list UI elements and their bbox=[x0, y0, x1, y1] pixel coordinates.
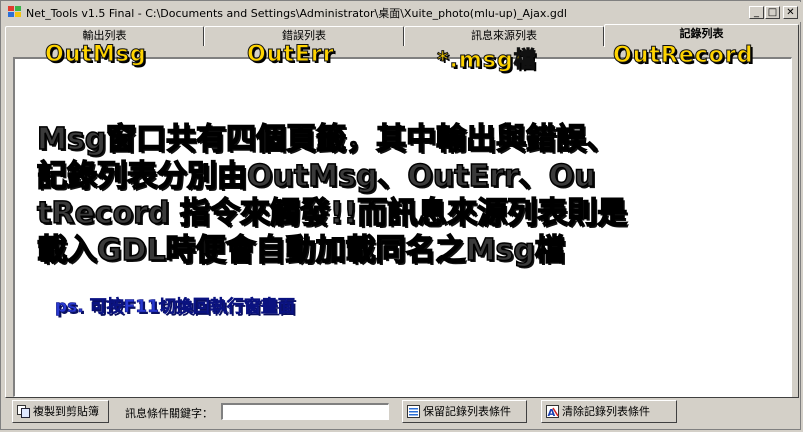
clear-button-label: 清除記錄列表條件 bbox=[562, 405, 650, 418]
bottom-toolbar: 複製到剪貼簿 訊息條件關鍵字： 保留記錄列表條件 A 清除記錄列表條件 bbox=[1, 399, 802, 429]
keyword-input[interactable] bbox=[221, 403, 389, 420]
maximize-button[interactable]: □ bbox=[765, 6, 780, 19]
overlay-msg-file: *.msg檔 bbox=[437, 48, 537, 74]
keep-record-filter-button[interactable]: 保留記錄列表條件 bbox=[402, 400, 527, 423]
overlay-outmsg: OutMsg bbox=[45, 42, 147, 68]
keyword-label: 訊息條件關鍵字： bbox=[125, 407, 213, 420]
title-bar[interactable]: Net_Tools v1.5 Final - C:\Documents and … bbox=[2, 2, 801, 22]
tab-label: 訊息來源列表 bbox=[471, 29, 537, 42]
keep-button-label: 保留記錄列表條件 bbox=[423, 405, 511, 418]
copy-icon bbox=[17, 405, 30, 418]
window-title: Net_Tools v1.5 Final - C:\Documents and … bbox=[26, 7, 567, 20]
app-icon bbox=[8, 6, 21, 17]
ps-message: ps. 可按F11切換回執行窗畫面 bbox=[55, 297, 296, 318]
main-message: Msg窗口共有四個頁籤，其中輸出與錯誤、 記錄列表分別由OutMsg、OutEr… bbox=[36, 121, 628, 269]
clear-icon: A bbox=[546, 405, 559, 418]
overlay-outrecord: OutRecord bbox=[613, 43, 754, 69]
message-area[interactable]: Msg窗口共有四個頁籤，其中輸出與錯誤、 記錄列表分別由OutMsg、OutEr… bbox=[13, 57, 792, 397]
copy-button-label: 複製到剪貼簿 bbox=[33, 405, 99, 418]
overlay-outerr: OutErr bbox=[247, 42, 335, 68]
close-button[interactable]: ✕ bbox=[783, 6, 798, 19]
tab-label: 錯誤列表 bbox=[282, 29, 326, 42]
keep-list-icon bbox=[407, 405, 420, 418]
tab-label: 輸出列表 bbox=[82, 29, 127, 42]
copy-to-clipboard-button[interactable]: 複製到剪貼簿 bbox=[12, 400, 109, 423]
minimize-button[interactable]: _ bbox=[749, 6, 764, 19]
tab-label: 記錄列表 bbox=[679, 27, 724, 40]
app-window: Net_Tools v1.5 Final - C:\Documents and … bbox=[0, 0, 801, 430]
clear-record-filter-button[interactable]: A 清除記錄列表條件 bbox=[541, 400, 677, 423]
